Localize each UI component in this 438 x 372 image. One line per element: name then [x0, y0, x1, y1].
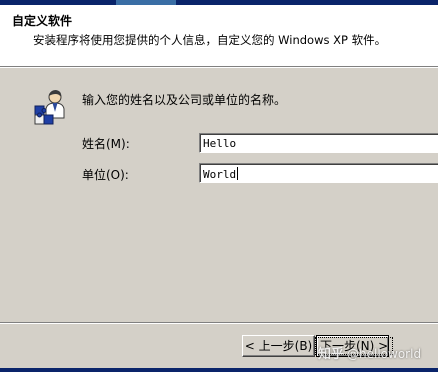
- header-description: 安装程序将使用您提供的个人信息，自定义您的 Windows XP 软件。: [33, 33, 387, 47]
- name-input[interactable]: Hello: [199, 133, 438, 153]
- watermark-logo: 知乎: [318, 347, 345, 362]
- organization-label: 单位(O):: [82, 168, 129, 182]
- watermark: 知乎 @helloworld: [318, 343, 421, 362]
- instruction-text: 输入您的姓名以及公司或单位的名称。: [82, 93, 287, 107]
- watermark-handle: @helloworld: [347, 347, 422, 361]
- organization-input[interactable]: World: [199, 163, 438, 183]
- wizard-header: 自定义软件 安装程序将使用您提供的个人信息，自定义您的 Windows XP 软…: [0, 5, 438, 66]
- back-button[interactable]: < 上一步(B): [242, 335, 315, 357]
- text-caret: [237, 167, 239, 180]
- footer-divider-highlight: [0, 323, 438, 324]
- organization-input-value: World: [203, 168, 237, 181]
- user-with-puzzle-icon: [34, 90, 65, 125]
- taskbar-strip: [0, 368, 438, 372]
- header-title: 自定义软件: [12, 14, 73, 28]
- header-divider-highlight: [0, 67, 438, 68]
- name-input-value: Hello: [203, 137, 237, 150]
- name-label: 姓名(M):: [82, 137, 130, 151]
